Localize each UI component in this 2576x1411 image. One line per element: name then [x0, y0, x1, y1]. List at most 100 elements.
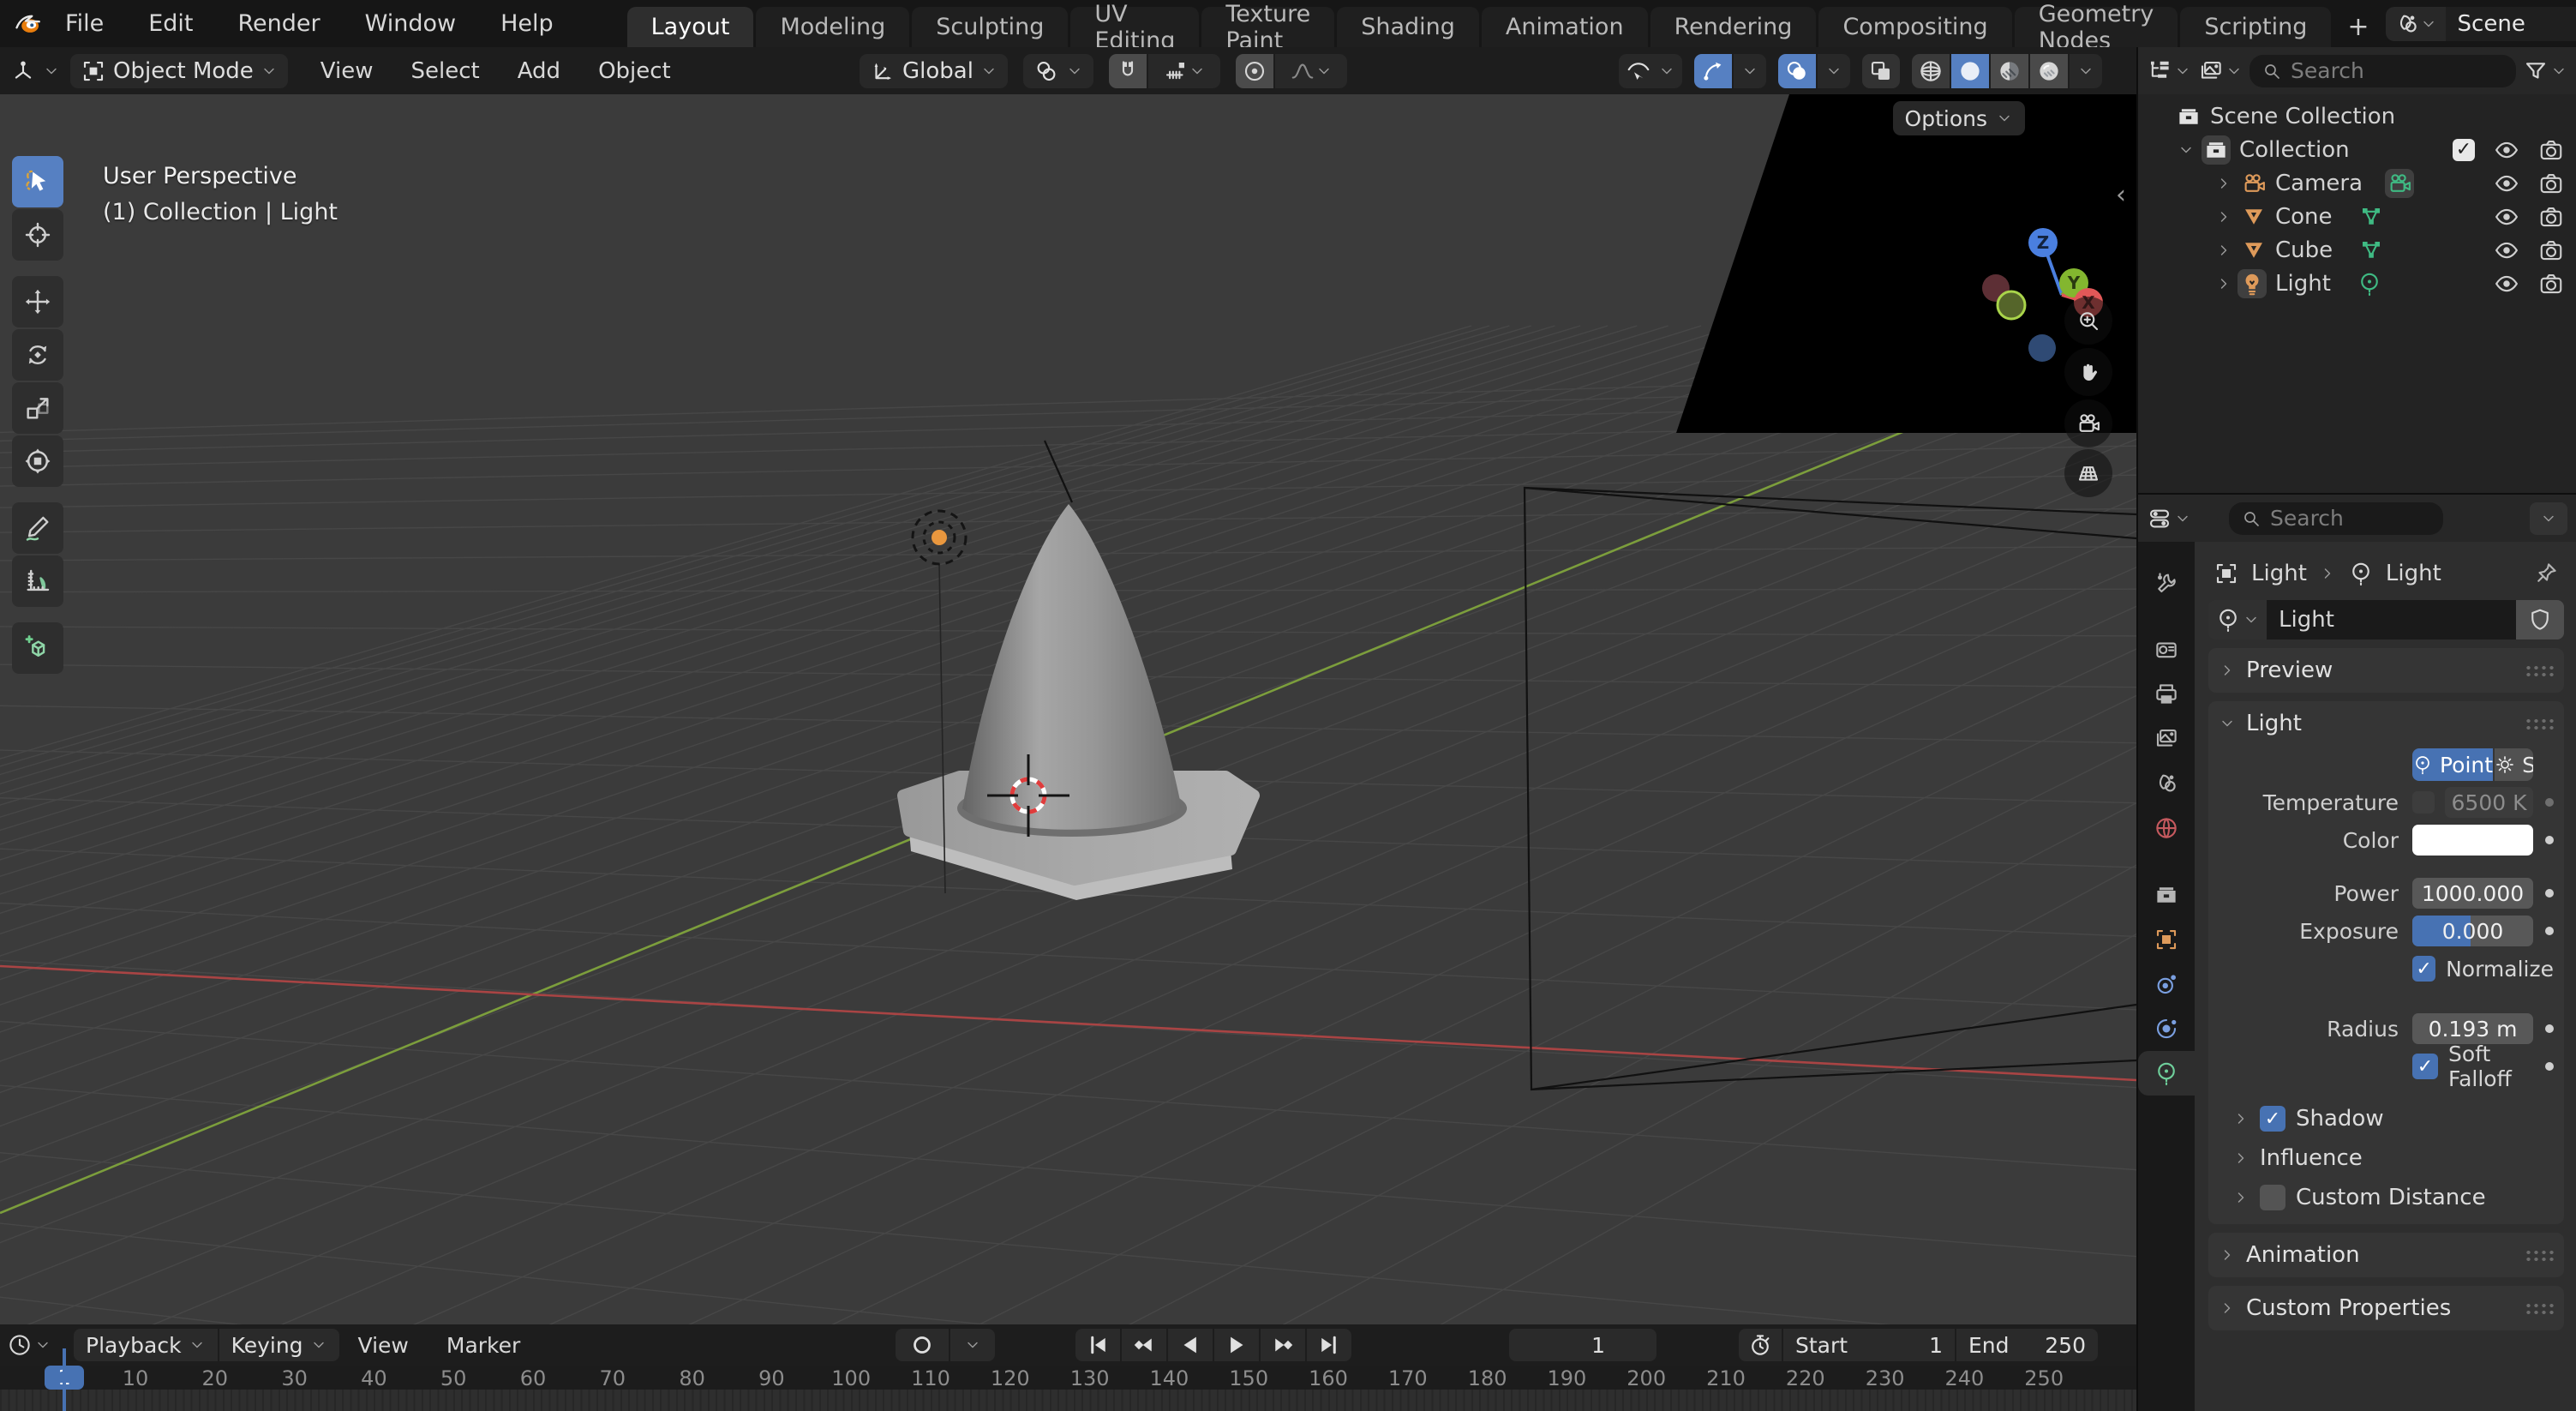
custom-properties-panel[interactable]: Custom Properties	[2208, 1286, 2564, 1330]
light-browse-button[interactable]	[2208, 600, 2267, 639]
menu-edit[interactable]: Edit	[126, 0, 215, 47]
tab-constraint-properties[interactable]	[2138, 962, 2195, 1006]
light-data-icon[interactable]	[2357, 271, 2382, 297]
mode-dropdown[interactable]: Object Mode	[70, 54, 288, 88]
disclosure-collapsed-icon[interactable]	[2215, 275, 2232, 292]
tab-texture-paint[interactable]: Texture Paint	[1201, 7, 1334, 47]
radius-field[interactable]: 0.193 m	[2412, 1013, 2533, 1044]
tool-rotate[interactable]	[12, 329, 63, 381]
tab-world-properties[interactable]	[2138, 806, 2195, 850]
animate-dot[interactable]	[2545, 798, 2554, 807]
color-swatch[interactable]	[2412, 825, 2533, 856]
show-gizmo-toggle[interactable]	[1694, 54, 1732, 88]
light-panel[interactable]: Light Point Sun Spot Area Temperature 65…	[2208, 701, 2564, 1224]
pivot-point-dropdown[interactable]	[1023, 54, 1093, 88]
disclosure-collapsed-icon[interactable]	[2215, 175, 2232, 192]
object-icon[interactable]	[2214, 561, 2239, 586]
soft-falloff-checkbox[interactable]: ✓	[2412, 1054, 2438, 1079]
exposure-slider[interactable]: 0.000	[2412, 916, 2533, 946]
proportional-falloff-dropdown[interactable]	[1275, 54, 1347, 88]
shadow-subpanel[interactable]: ✓ Shadow	[2219, 1099, 2554, 1138]
tab-scene-properties[interactable]	[2138, 761, 2195, 806]
menu-object[interactable]: Object	[579, 58, 690, 84]
zoom-view-button[interactable]	[2064, 297, 2112, 345]
frame-start-field[interactable]: Start1	[1783, 1329, 1955, 1361]
tool-annotate[interactable]	[12, 502, 63, 554]
auto-keying-toggle[interactable]	[896, 1329, 949, 1361]
outliner-row-collection[interactable]: Collection ✓	[2138, 133, 2576, 166]
editor-type-button[interactable]	[0, 54, 70, 88]
snap-settings-dropdown[interactable]	[1148, 54, 1220, 88]
tab-modeling[interactable]: Modeling	[756, 7, 909, 47]
cone-object[interactable]	[903, 504, 1254, 900]
hide-eye-icon[interactable]	[2494, 271, 2519, 297]
panel-drag-grip[interactable]	[2525, 718, 2554, 730]
shading-rendered-button[interactable]	[2030, 54, 2068, 88]
animate-dot[interactable]	[2545, 927, 2554, 935]
properties-options-dropdown[interactable]	[2530, 502, 2567, 535]
animate-dot[interactable]	[2545, 889, 2554, 898]
outliner-row-camera[interactable]: Camera	[2138, 166, 2576, 200]
scene-name[interactable]: Scene	[2446, 7, 2576, 41]
influence-subpanel[interactable]: Influence	[2219, 1138, 2554, 1178]
shading-solid-button[interactable]	[1951, 54, 1989, 88]
tab-object-properties[interactable]	[2138, 917, 2195, 962]
blender-logo-icon[interactable]	[14, 9, 43, 39]
disable-render-camera-icon[interactable]	[2538, 171, 2564, 196]
pin-icon[interactable]	[2533, 561, 2559, 586]
add-workspace-button[interactable]: +	[2333, 7, 2382, 47]
perspective-ortho-button[interactable]	[2064, 449, 2112, 497]
tab-collection-properties[interactable]	[2138, 873, 2195, 917]
tab-output-properties[interactable]	[2138, 672, 2195, 717]
tool-scale[interactable]	[12, 382, 63, 434]
tool-move[interactable]	[12, 276, 63, 327]
disclosure-expanded-icon[interactable]	[2178, 141, 2195, 159]
menu-window[interactable]: Window	[343, 0, 478, 47]
animation-panel[interactable]: Animation	[2208, 1233, 2564, 1277]
disclosure-collapsed-icon[interactable]	[2215, 242, 2232, 259]
gizmo-dropdown[interactable]	[1734, 54, 1766, 88]
prev-keyframe-button[interactable]	[1122, 1329, 1166, 1361]
tab-uv-editing[interactable]: UV Editing	[1070, 7, 1199, 47]
disclosure-collapsed-icon[interactable]	[2215, 208, 2232, 225]
disable-render-camera-icon[interactable]	[2538, 137, 2564, 163]
timeline-ruler[interactable]: 1020304050607080901001101201301401501601…	[0, 1366, 2136, 1390]
current-frame-field[interactable]: 1	[1509, 1329, 1656, 1361]
shading-material-button[interactable]	[1991, 54, 2028, 88]
breadcrumb-data[interactable]: Light	[2386, 561, 2441, 586]
tab-physics-properties[interactable]	[2138, 1006, 2195, 1051]
tab-animation[interactable]: Animation	[1482, 7, 1648, 47]
timeline-track-strip[interactable]	[0, 1390, 2136, 1411]
outliner-row-scene-collection[interactable]: Scene Collection	[2138, 99, 2576, 133]
collection-exclude-checkbox[interactable]: ✓	[2453, 139, 2475, 161]
menu-add[interactable]: Add	[499, 58, 579, 84]
menu-view[interactable]: View	[302, 58, 392, 84]
timeline-editor-type-button[interactable]	[7, 1332, 51, 1358]
pan-view-button[interactable]	[2064, 348, 2112, 396]
mesh-data-icon[interactable]	[2358, 204, 2384, 230]
tool-transform[interactable]	[12, 435, 63, 487]
gizmo-neg-y-axis[interactable]	[1998, 291, 2025, 319]
outliner-filter-button[interactable]	[2523, 58, 2567, 84]
light-name-input[interactable]: Light	[2267, 600, 2516, 639]
temperature-checkbox[interactable]	[2412, 791, 2435, 814]
properties-search-input[interactable]	[2270, 506, 2431, 531]
power-field[interactable]: 1000.000	[2412, 878, 2533, 909]
panel-drag-grip[interactable]	[2525, 1302, 2554, 1314]
tab-tool-properties[interactable]	[2138, 561, 2195, 605]
tab-object-data-properties[interactable]	[2138, 1051, 2195, 1096]
outliner-search[interactable]	[2250, 55, 2516, 87]
menu-select[interactable]: Select	[392, 58, 499, 84]
gizmo-neg-z-axis[interactable]	[2028, 334, 2056, 362]
tab-geometry-nodes[interactable]: Geometry Nodes	[2015, 7, 2178, 47]
tab-layout[interactable]: Layout	[627, 7, 754, 47]
playback-dropdown[interactable]: Playback	[74, 1329, 218, 1361]
animate-dot[interactable]	[2545, 836, 2554, 844]
transform-orientation-dropdown[interactable]: Global	[860, 54, 1008, 88]
animate-dot[interactable]	[2545, 1024, 2554, 1033]
disable-render-camera-icon[interactable]	[2538, 204, 2564, 230]
auto-keying-dropdown[interactable]	[950, 1329, 995, 1361]
camera-view-button[interactable]	[2064, 399, 2112, 447]
viewport-3d[interactable]: User Perspective (1) Collection | Light …	[0, 94, 2136, 1324]
normalize-checkbox[interactable]: ✓	[2412, 956, 2435, 982]
